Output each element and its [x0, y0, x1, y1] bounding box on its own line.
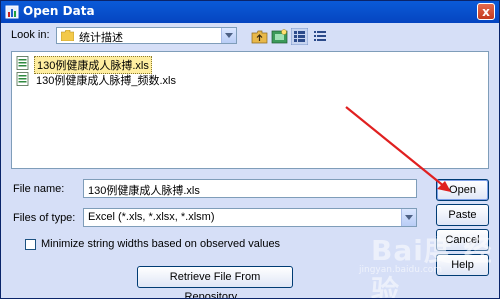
red-arrow-annotation	[345, 106, 451, 192]
open-data-dialog: Open Data x Look in: 统计描述 130例健康成人脉搏.xls…	[0, 0, 500, 299]
